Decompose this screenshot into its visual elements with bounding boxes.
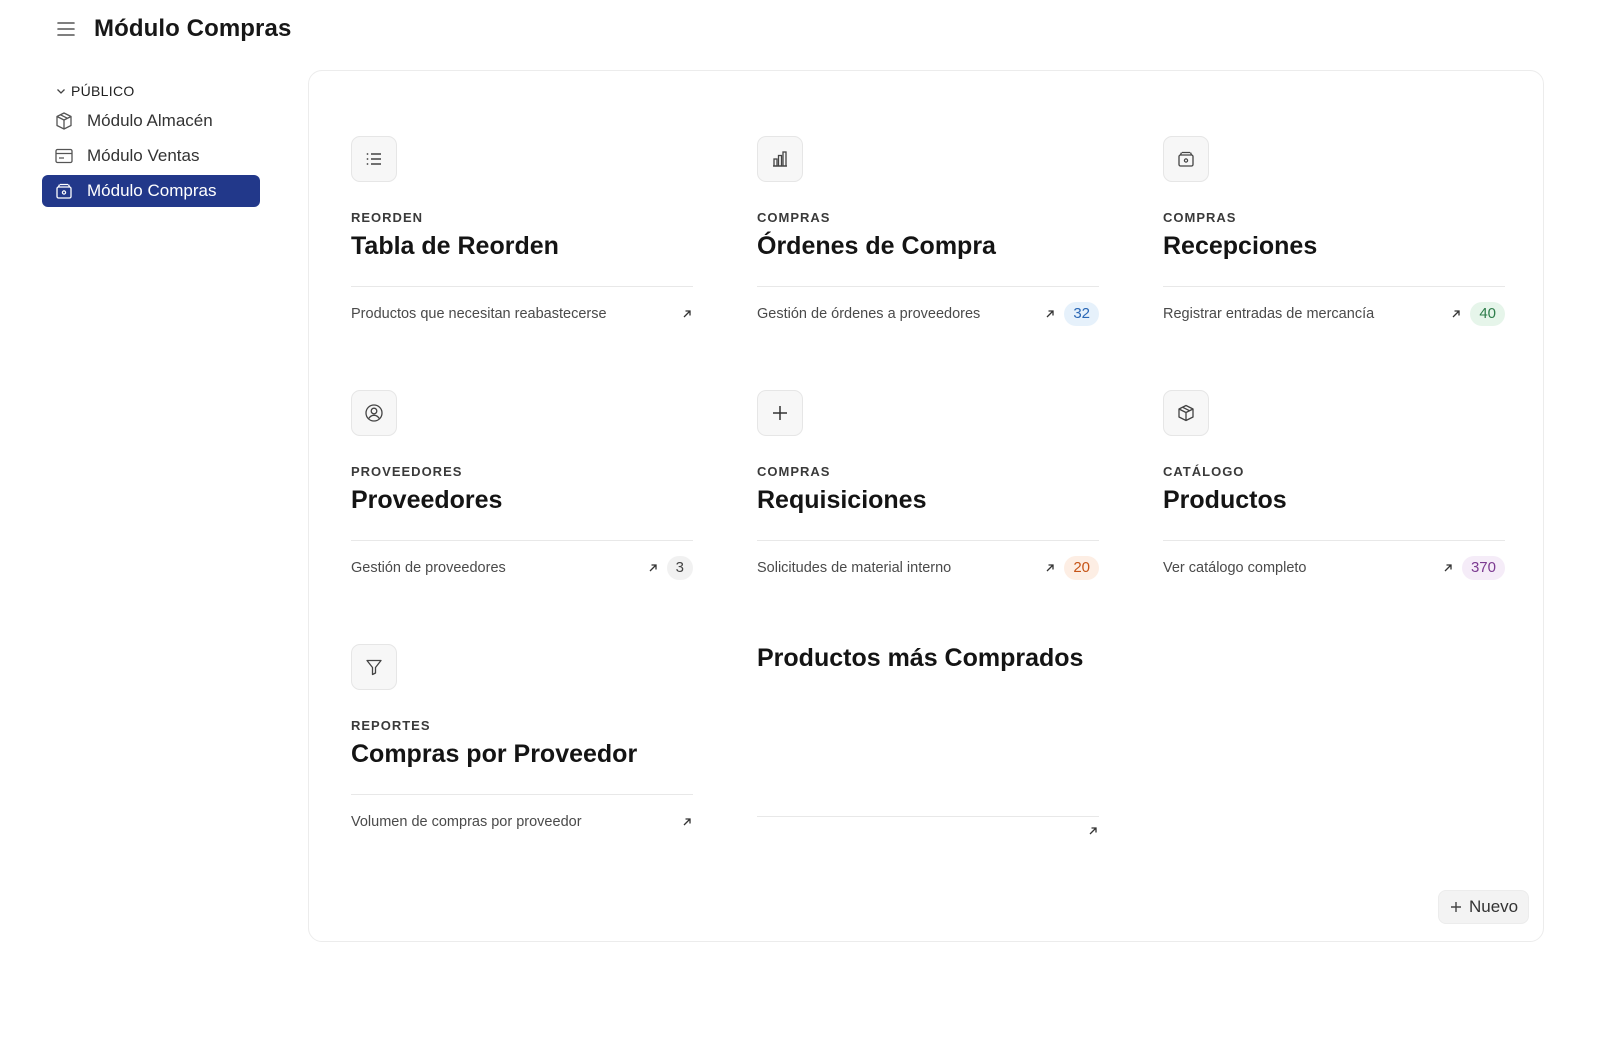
tile-proveedores[interactable]: PROVEEDORES Proveedores Gestión de prove… [351, 390, 693, 581]
tile-icon-box [351, 644, 397, 690]
arrow-up-right-icon[interactable] [681, 308, 693, 320]
tile-requisiciones[interactable]: COMPRAS Requisiciones Solicitudes de mat… [757, 390, 1099, 581]
sidebar-section-label: PÚBLICO [71, 83, 135, 99]
tile-category: COMPRAS [757, 210, 831, 225]
arrow-up-right-icon[interactable] [1442, 562, 1454, 574]
tile-description: Solicitudes de material interno [757, 560, 952, 576]
tile-compras-proveedor[interactable]: REPORTES Compras por Proveedor Volumen d… [351, 644, 693, 835]
tile-description: Volumen de compras por proveedor [351, 814, 582, 830]
tile-category: CATÁLOGO [1163, 464, 1245, 479]
tile-description: Ver catálogo completo [1163, 560, 1307, 576]
tile-description: Productos que necesitan reabastecerse [351, 306, 607, 322]
tile-category: REPORTES [351, 718, 431, 733]
count-badge: 3 [666, 556, 693, 580]
arrow-up-right-icon[interactable] [1044, 562, 1056, 574]
tile-category: COMPRAS [1163, 210, 1237, 225]
tile-icon-box [1163, 136, 1209, 182]
tile-title: Requisiciones [757, 486, 927, 514]
tile-icon-box [757, 390, 803, 436]
count-badge: 40 [1470, 302, 1505, 326]
tile-recepciones[interactable]: COMPRAS Recepciones Registrar entradas d… [1163, 136, 1505, 327]
count-badge: 20 [1064, 556, 1099, 580]
tile-title: Compras por Proveedor [351, 740, 638, 768]
new-button[interactable]: Nuevo [1438, 890, 1530, 924]
tile-category: COMPRAS [757, 464, 831, 479]
tile-divider [351, 540, 693, 541]
tile-divider [1163, 286, 1505, 287]
plus-icon [1451, 902, 1461, 912]
new-button-label: Nuevo [1469, 897, 1519, 916]
tile-divider [1163, 540, 1505, 541]
sidebar: PÚBLICO Módulo Almacén Módulo Ventas Mód… [42, 80, 272, 207]
arrow-up-right-icon[interactable] [681, 816, 693, 828]
sidebar-item-label: Módulo Almacén [87, 111, 213, 130]
box-icon [56, 112, 72, 130]
tile-divider [351, 286, 693, 287]
tile-divider [351, 794, 693, 795]
tile-tabla-reorden[interactable]: REORDEN Tabla de Reorden Productos que n… [351, 136, 693, 327]
count-badge: 32 [1064, 302, 1099, 326]
tile-description: Gestión de proveedores [351, 560, 506, 576]
plus-icon [773, 406, 787, 420]
bar-chart-icon [773, 151, 787, 167]
chart-card-productos-mas-comprados[interactable]: Productos más Comprados [757, 644, 1099, 845]
chevron-down-icon [57, 89, 65, 94]
tile-divider [757, 540, 1099, 541]
menu-icon[interactable] [52, 15, 80, 43]
tile-icon-box [351, 390, 397, 436]
arrow-up-right-icon[interactable] [1087, 825, 1099, 837]
cube-icon [1178, 404, 1194, 422]
arrow-up-right-icon[interactable] [1450, 308, 1462, 320]
sidebar-item-compras[interactable]: Módulo Compras [42, 175, 260, 207]
page-title: Módulo Compras [94, 15, 292, 42]
window-icon [55, 148, 73, 164]
arrow-up-right-icon[interactable] [1044, 308, 1056, 320]
tile-divider [757, 286, 1099, 287]
count-badge: 370 [1461, 556, 1505, 580]
tile-productos[interactable]: CATÁLOGO Productos Ver catálogo completo… [1163, 390, 1505, 581]
tile-category: PROVEEDORES [351, 464, 463, 479]
tile-icon-box [351, 136, 397, 182]
sidebar-item-label: Módulo Ventas [87, 146, 200, 165]
sidebar-item-ventas[interactable]: Módulo Ventas [42, 140, 260, 172]
tile-title: Órdenes de Compra [757, 232, 996, 260]
sidebar-section-publico[interactable]: PÚBLICO [42, 80, 272, 102]
user-icon [365, 404, 383, 422]
tile-ordenes-compra[interactable]: COMPRAS Órdenes de Compra Gestión de órd… [757, 136, 1099, 327]
basket-icon [56, 183, 72, 199]
tile-icon-box [1163, 390, 1209, 436]
sidebar-item-almacen[interactable]: Módulo Almacén [42, 105, 260, 137]
chart-card-title: Productos más Comprados [757, 644, 1084, 672]
arrow-up-right-icon[interactable] [647, 562, 659, 574]
chart-area [757, 676, 1099, 816]
tile-icon-box [757, 136, 803, 182]
tile-description: Registrar entradas de mercancía [1163, 306, 1375, 322]
basket-icon [1178, 151, 1194, 167]
sidebar-item-label: Módulo Compras [87, 181, 217, 200]
tile-title: Recepciones [1163, 232, 1318, 260]
tile-category: REORDEN [351, 210, 424, 225]
filter-icon [366, 659, 382, 676]
tile-title: Productos [1163, 486, 1287, 514]
tile-description: Gestión de órdenes a proveedores [757, 306, 981, 322]
tile-title: Proveedores [351, 486, 503, 514]
tile-title: Tabla de Reorden [351, 232, 559, 260]
list-icon [366, 153, 381, 165]
top-bar: Módulo Compras [52, 12, 291, 46]
